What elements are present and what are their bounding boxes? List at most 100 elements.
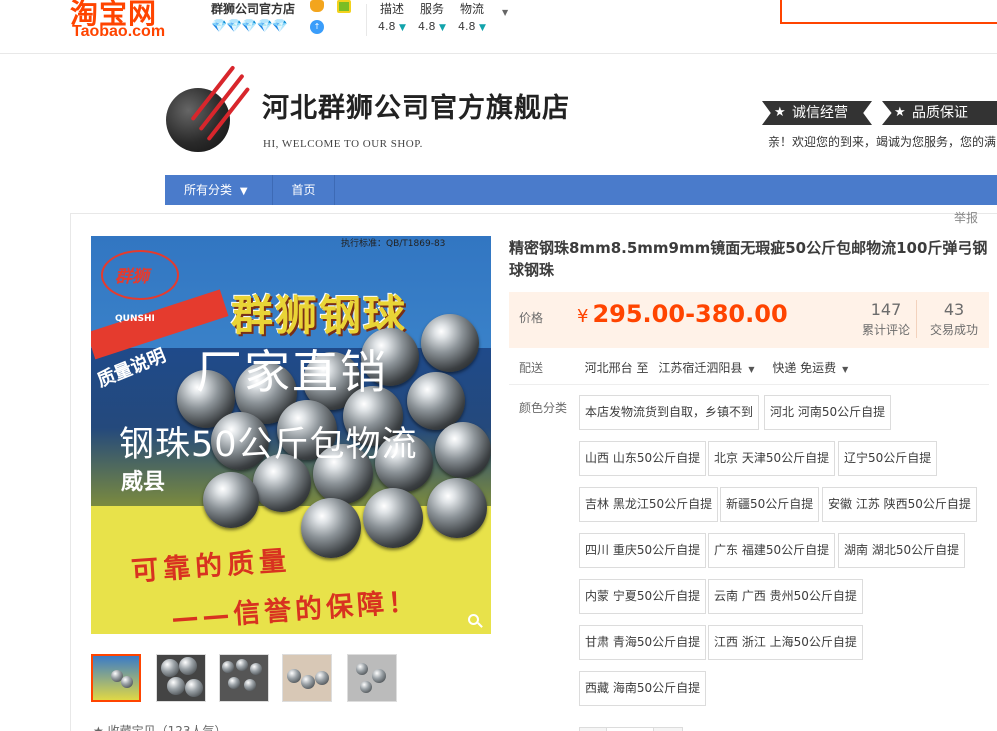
currency-symbol: ¥ (577, 306, 589, 327)
sku-option[interactable]: 云南 广西 贵州50公斤自提 (708, 579, 863, 614)
ship-method-select[interactable]: 快递 免运费 ▼ (772, 361, 848, 375)
thumb-ball (315, 671, 329, 685)
sku-option[interactable]: 河北 河南50公斤自提 (764, 395, 892, 430)
thumb-ball (179, 657, 197, 675)
page: 淘宝网 Taobao.com 群狮公司官方店 💎💎💎💎💎 ↑ 描述 4.8 ▼ … (0, 0, 997, 731)
score-label: 描述 (379, 2, 404, 16)
price-value: ¥295.00-380.00 (577, 300, 788, 328)
thumb-ball (228, 677, 240, 689)
image-direct-text: 厂家直销 (196, 345, 388, 399)
badge-label: 品质保证 (912, 105, 968, 121)
logo-text: 群狮 (115, 267, 149, 287)
thumbnail-4[interactable] (282, 654, 332, 702)
quantity-input[interactable] (606, 727, 654, 731)
sku-option[interactable]: 新疆50公斤自提 (720, 487, 820, 522)
level-badge-icon[interactable]: ↑ (310, 20, 324, 34)
sku-option[interactable]: 北京 天津50公斤自提 (708, 441, 836, 476)
crown-icon[interactable] (310, 0, 324, 12)
steel-ball (363, 488, 423, 548)
thumbnail-1[interactable] (91, 654, 141, 702)
reviews-stat[interactable]: 147 累计评论 (862, 300, 910, 338)
steel-ball (435, 422, 491, 478)
sku-option[interactable]: 广东 福建50公斤自提 (708, 533, 836, 568)
divider (509, 384, 989, 385)
shop-welcome-en: HI, WELCOME TO OUR SHOP. (263, 138, 423, 150)
diamond-rating-icon[interactable]: 💎💎💎💎💎 (211, 19, 288, 34)
score-label: 物流 (459, 2, 484, 16)
quantity-minus-button[interactable] (579, 727, 607, 731)
deals-stat: 43 交易成功 (930, 300, 978, 338)
shop-logo[interactable] (166, 64, 262, 154)
score-value: 4.8 (378, 20, 396, 33)
score-logistics[interactable]: 物流 4.8 ▼ (458, 0, 486, 33)
deals-count: 43 (943, 300, 965, 319)
chevron-down-icon[interactable]: ▼ (502, 8, 508, 17)
image-county-text: 威县 (121, 470, 166, 495)
thumb-ball (244, 679, 256, 691)
score-value: 4.8 (458, 20, 476, 33)
nav-home[interactable]: 首页 (273, 175, 335, 205)
ship-from: 河北邢台 至 (584, 361, 649, 375)
image-shipping-text: 钢珠50公斤包物流 (119, 425, 418, 465)
sku-option[interactable]: 四川 重庆50公斤自提 (579, 533, 707, 568)
zoom-icon[interactable] (468, 614, 483, 629)
search-input[interactable] (780, 0, 997, 24)
thumbnail-3[interactable] (219, 654, 269, 702)
favorite-link[interactable]: ★ 收藏宝贝（123人气） (93, 722, 226, 731)
thumb-ball (185, 679, 203, 697)
taobao-header: 淘宝网 Taobao.com 群狮公司官方店 💎💎💎💎💎 ↑ 描述 4.8 ▼ … (0, 0, 997, 54)
caret-down-icon: ▼ (748, 365, 755, 374)
thumb-ball (287, 669, 301, 683)
shop-nav: 所有分类 ▼ 首页 (165, 175, 997, 205)
price-label: 价格 (519, 311, 544, 325)
steel-ball (203, 472, 259, 528)
report-link[interactable]: 举报 (954, 209, 978, 226)
color-label: 颜色分类 (519, 401, 568, 415)
quality-badge: ★ 品质保证 (882, 101, 997, 125)
steel-ball (421, 314, 479, 372)
taobao-logo-en[interactable]: Taobao.com (72, 23, 165, 41)
gold-seller-icon[interactable] (337, 0, 351, 13)
score-description[interactable]: 描述 4.8 ▼ (378, 0, 406, 33)
reviews-count: 147 (870, 300, 902, 319)
thumb-ball (161, 659, 179, 677)
sku-option[interactable]: 吉林 黑龙江50公斤自提 (579, 487, 719, 522)
ship-to-select[interactable]: 江苏宿迁泗阳县 ▼ (658, 361, 754, 375)
nav-label: 所有分类 (184, 183, 233, 197)
thumb-ball (167, 677, 185, 695)
divider (366, 4, 367, 36)
thumb-ball (222, 661, 234, 673)
sku-option[interactable]: 甘肃 青海50公斤自提 (579, 625, 707, 660)
star-icon: ★ (894, 105, 906, 120)
sku-option[interactable]: 本店发物流货到自取，乡镇不到 (579, 395, 760, 430)
thumbnail-5[interactable] (347, 654, 397, 702)
sku-option[interactable]: 辽宁50公斤自提 (838, 441, 938, 476)
thumb-ball (250, 663, 262, 675)
steel-ball (301, 498, 361, 558)
score-service[interactable]: 服务 4.8 ▼ (418, 0, 446, 33)
shop-name-link[interactable]: 群狮公司官方店 (211, 0, 295, 17)
sku-option[interactable]: 安徽 江苏 陕西50公斤自提 (822, 487, 977, 522)
brand-logo: 群狮 QUNSHI (97, 244, 185, 324)
thumbnail-2[interactable] (156, 654, 206, 702)
zoom-handle (477, 622, 483, 628)
sku-option[interactable]: 江西 浙江 上海50公斤自提 (708, 625, 863, 660)
ship-to: 江苏宿迁泗阳县 (658, 361, 743, 375)
thumb-ball (121, 676, 133, 688)
sku-option[interactable]: 山西 山东50公斤自提 (579, 441, 707, 476)
badge-label: 诚信经营 (792, 105, 848, 121)
sku-option[interactable]: 内蒙 宁夏50公斤自提 (579, 579, 707, 614)
steel-ball (427, 478, 487, 538)
sku-option[interactable]: 湖南 湖北50公斤自提 (838, 533, 966, 568)
arrow-down-icon: ▼ (439, 23, 446, 33)
ship-method: 快递 免运费 (772, 361, 837, 375)
honest-badge: ★ 诚信经营 (762, 101, 872, 125)
nav-all-categories[interactable]: 所有分类 ▼ (165, 175, 273, 205)
price-box: 价格 ¥295.00-380.00 147 累计评论 43 交易成功 (509, 292, 989, 348)
sku-option[interactable]: 西藏 海南50公斤自提 (579, 671, 707, 706)
main-product-image[interactable]: 执行标准：QB/T1869-83 群狮 QUNSHI 群狮钢球 质量说明 厂家直… (91, 236, 491, 634)
stat-divider (916, 300, 917, 338)
score-value: 4.8 (418, 20, 436, 33)
quantity-plus-button[interactable] (653, 727, 683, 731)
thumb-ball (301, 675, 315, 689)
